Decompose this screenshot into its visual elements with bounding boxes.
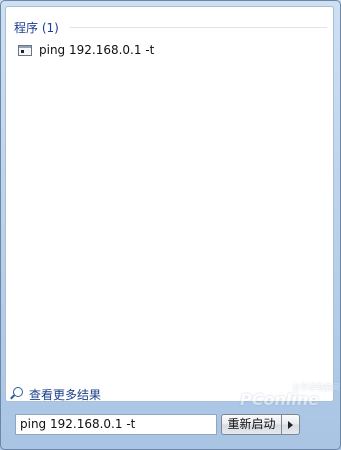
watermark-logo: 太平洋电脑网 PConline [232, 372, 340, 412]
result-item-ping[interactable]: ping 192.168.0.1 -t [16, 41, 316, 59]
see-more-results-link[interactable]: 查看更多结果 [13, 384, 213, 402]
programs-group-title: 程序 (1) [14, 21, 59, 35]
search-icon [13, 387, 23, 397]
power-options-button[interactable] [281, 414, 300, 435]
search-input[interactable]: ping 192.168.0.1 -t [15, 414, 217, 435]
group-divider [70, 27, 327, 28]
results-group-header: 程序 (1) [12, 17, 327, 39]
watermark-text: PConline [240, 390, 320, 409]
command-prompt-icon [18, 45, 32, 56]
see-more-results-label: 查看更多结果 [29, 388, 102, 402]
right-arrow-icon [288, 421, 293, 429]
search-results-pane: 程序 (1) ping 192.168.0.1 -t [5, 6, 334, 402]
result-item-label: ping 192.168.0.1 -t [39, 43, 155, 57]
restart-button[interactable]: 重新启动 [221, 414, 281, 435]
